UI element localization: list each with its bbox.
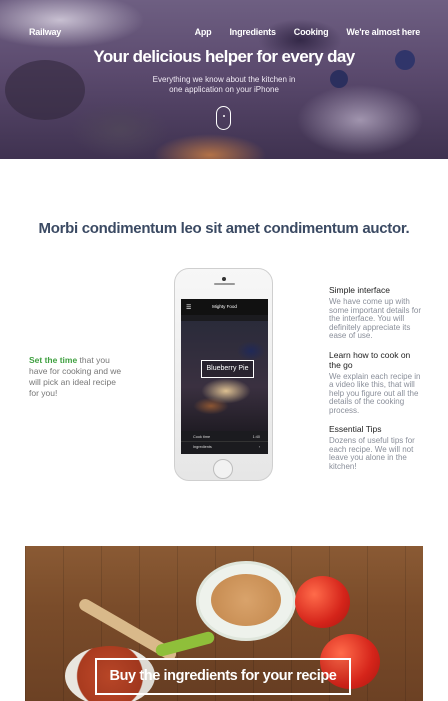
phone-speaker	[214, 283, 235, 285]
scroll-down-icon[interactable]	[216, 106, 231, 130]
nav-link-app[interactable]: App	[195, 27, 212, 37]
time-feature-text: Set the time that you have for cooking a…	[29, 355, 124, 399]
herb-image	[154, 630, 216, 658]
app-row-cook-time: Cook time 1:40	[181, 432, 268, 442]
hero-section: Railway App Ingredients Cooking We're al…	[0, 0, 448, 159]
nav-links: App Ingredients Cooking We're almost her…	[177, 27, 421, 37]
section-headline: Morbi condimentum leo sit amet condiment…	[38, 220, 410, 237]
app-header: ☰ Mighty Food	[181, 299, 268, 315]
feature-item: Learn how to cook on the go We explain e…	[329, 350, 424, 416]
nav-link-cooking[interactable]: Cooking	[294, 27, 329, 37]
feature-text: Dozens of useful tips for each recipe. W…	[329, 436, 415, 471]
feature-item: Essential Tips Dozens of useful tips for…	[329, 424, 424, 471]
features-list: Simple interface We have come up with so…	[329, 285, 424, 480]
app-row-label: Cook time	[193, 435, 211, 439]
app-row-value: 1:40	[252, 435, 260, 439]
app-row-label: Ingredients	[193, 445, 212, 449]
feature-text: We explain each recipe in a video like t…	[329, 371, 421, 415]
nav-link-almost-here[interactable]: We're almost here	[346, 27, 420, 37]
feature-text: We have come up with some important deta…	[329, 297, 422, 340]
brand-logo[interactable]: Railway	[29, 27, 61, 37]
recipe-label: Blueberry Pie	[201, 360, 254, 378]
hero-title: Your delicious helper for every day	[93, 47, 355, 66]
tomato-image	[295, 576, 350, 628]
iphone-mockup: ☰ Mighty Food Blueberry Pie Cook time 1:…	[174, 268, 273, 481]
phone-camera	[222, 277, 226, 281]
feature-item: Simple interface We have come up with so…	[329, 285, 424, 341]
hero-subtitle-line1: Everything we know about the kitchen in	[152, 75, 296, 84]
time-feature-highlight: Set the time	[29, 355, 78, 365]
app-row-ingredients: Ingredients ›	[181, 442, 268, 452]
feature-title: Simple interface	[329, 285, 390, 295]
feature-title: Learn how to cook on the go	[329, 349, 411, 370]
phone-screen: ☰ Mighty Food Blueberry Pie Cook time 1:…	[181, 299, 268, 454]
hero-subtitle-line2: one application on your iPhone	[169, 85, 279, 94]
hero-subtitle: Everything we know about the kitchen in …	[0, 75, 448, 95]
chevron-right-icon: ›	[258, 445, 260, 449]
feature-title: Essential Tips	[329, 424, 382, 434]
home-button	[213, 459, 233, 479]
app-title: Mighty Food	[212, 304, 237, 309]
spice-bowl-image	[196, 561, 296, 641]
buy-ingredients-button[interactable]: Buy the ingredients for your recipe	[95, 658, 351, 695]
nav-link-ingredients[interactable]: Ingredients	[229, 27, 276, 37]
top-navigation: Railway App Ingredients Cooking We're al…	[0, 27, 448, 41]
